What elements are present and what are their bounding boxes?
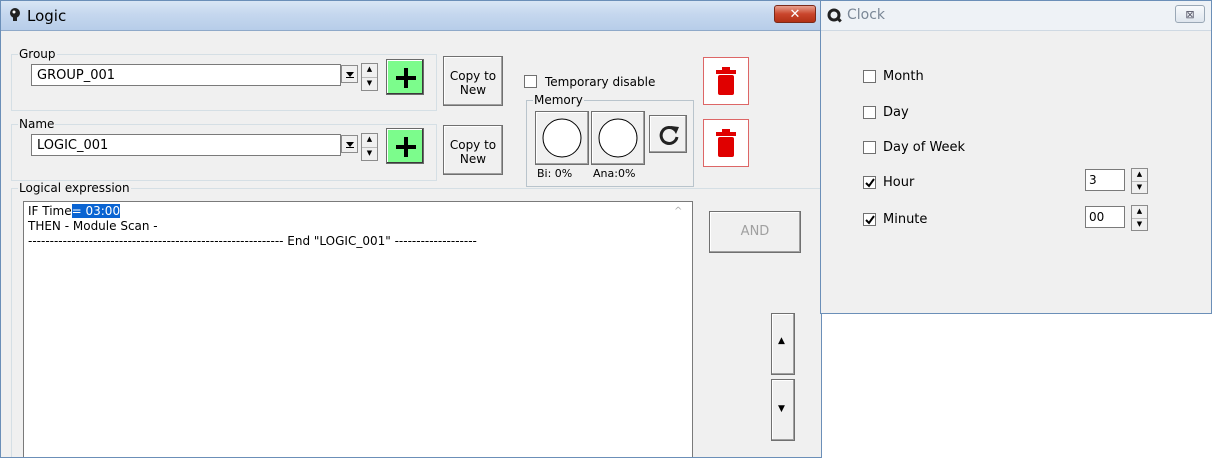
memory-ana-gauge (591, 111, 645, 165)
spin-up-icon[interactable]: ▲ (1132, 169, 1147, 181)
plus-icon (396, 68, 416, 88)
day-of-week-label: Day of Week (883, 140, 966, 155)
group-spinner[interactable]: ▲ ▼ (361, 63, 378, 91)
group-combo[interactable]: GROUP_001 (31, 64, 341, 86)
group-dropdown-button[interactable] (341, 65, 358, 83)
plus-icon (396, 137, 416, 157)
spin-down-icon[interactable]: ▼ (1132, 181, 1147, 193)
memory-bi-label: Bi: 0% (537, 167, 573, 180)
trash-icon (716, 67, 736, 95)
logic-window: Logic ✕ Group GROUP_001 ▲ ▼ Copy to New … (0, 0, 822, 458)
memory-legend: Memory (534, 93, 583, 107)
clock-title-bar[interactable]: Clock ⊠ (821, 1, 1211, 31)
copy-group-label-1: Copy to (449, 69, 497, 83)
minute-checkbox[interactable] (863, 213, 876, 226)
temporary-disable-checkbox[interactable] (524, 75, 537, 88)
add-name-button[interactable] (386, 128, 424, 164)
name-value: LOGIC_001 (37, 138, 109, 153)
spin-down-icon[interactable]: ▼ (362, 77, 377, 90)
close-button[interactable]: ✕ (774, 5, 816, 23)
month-label: Month (883, 69, 924, 84)
day-of-week-checkbox[interactable] (863, 141, 876, 154)
minute-input[interactable]: 00 (1085, 206, 1125, 228)
magnifier-icon (827, 8, 842, 23)
copy-group-to-new-button[interactable]: Copy to New (443, 56, 503, 106)
day-label: Day (883, 105, 909, 120)
hour-label: Hour (883, 175, 915, 190)
move-up-button[interactable]: ▲ (771, 313, 795, 375)
hour-value: 3 (1089, 173, 1097, 187)
temporary-disable-label: Temporary disable (545, 75, 656, 89)
checkmark-icon (865, 178, 875, 188)
ana-circle-icon (598, 118, 638, 158)
day-checkbox[interactable] (863, 106, 876, 119)
expression-selected-text: = 03:00 (71, 204, 121, 218)
expression-if-text: IF Time (28, 204, 72, 218)
move-down-button[interactable]: ▼ (771, 379, 795, 441)
hour-checkbox[interactable] (863, 176, 876, 189)
name-combo[interactable]: LOGIC_001 (31, 134, 341, 156)
spin-up-icon[interactable]: ▲ (1132, 206, 1147, 218)
close-icon: ⊠ (1185, 8, 1195, 21)
expression-line-3: ----------------------------------------… (28, 234, 477, 248)
name-dropdown-button[interactable] (341, 135, 358, 153)
chevron-down-icon (346, 72, 354, 78)
refresh-memory-button[interactable] (649, 115, 687, 153)
month-checkbox[interactable] (863, 70, 876, 83)
hour-input[interactable]: 3 (1085, 169, 1125, 191)
expression-line-1: IF Time= 03:00 (28, 204, 121, 218)
trash-icon (716, 129, 736, 157)
group-value: GROUP_001 (37, 68, 116, 83)
add-group-button[interactable] (386, 59, 424, 95)
and-button[interactable]: AND (709, 211, 801, 253)
delete-group-button[interactable] (703, 57, 749, 105)
scroll-up-icon[interactable]: ^ (674, 206, 682, 217)
copy-name-label-1: Copy to (449, 138, 497, 152)
minute-value: 00 (1089, 210, 1105, 224)
and-button-label: AND (740, 224, 770, 239)
spin-down-icon[interactable]: ▼ (362, 147, 377, 160)
bi-circle-icon (542, 118, 582, 158)
copy-name-to-new-button[interactable]: Copy to New (443, 125, 503, 175)
arrow-down-icon: ▼ (778, 404, 785, 414)
minute-label: Minute (883, 212, 928, 227)
name-legend: Name (19, 117, 55, 131)
logical-expression-legend: Logical expression (19, 181, 130, 195)
memory-bi-gauge (535, 111, 589, 165)
spin-down-icon[interactable]: ▼ (1132, 218, 1147, 230)
logic-title-bar[interactable]: Logic ✕ (1, 1, 821, 31)
checkmark-icon (865, 215, 875, 225)
clock-close-button[interactable]: ⊠ (1175, 5, 1205, 23)
spin-up-icon[interactable]: ▲ (362, 64, 377, 77)
group-legend: Group (19, 47, 56, 61)
refresh-icon (659, 125, 679, 145)
copy-name-label-2: New (459, 152, 487, 166)
memory-ana-label: Ana:0% (593, 167, 636, 180)
spin-up-icon[interactable]: ▲ (362, 134, 377, 147)
expression-line-2: THEN - Module Scan - (28, 219, 158, 233)
name-spinner[interactable]: ▲ ▼ (361, 133, 378, 161)
hour-spinner[interactable]: ▲ ▼ (1131, 168, 1148, 194)
close-icon: ✕ (789, 7, 801, 22)
logic-title: Logic (27, 7, 67, 25)
chevron-down-icon (346, 142, 354, 148)
copy-group-label-2: New (459, 83, 487, 97)
clock-title: Clock (847, 7, 886, 23)
bulb-icon (10, 8, 20, 21)
arrow-up-icon: ▲ (778, 336, 785, 346)
clock-window: Clock ⊠ Month Day Day of Week Hour 3 ▲ ▼… (820, 0, 1212, 314)
minute-spinner[interactable]: ▲ ▼ (1131, 205, 1148, 231)
logical-expression-editor[interactable]: IF Time= 03:00 THEN - Module Scan - ----… (23, 201, 693, 457)
delete-name-button[interactable] (703, 119, 749, 167)
